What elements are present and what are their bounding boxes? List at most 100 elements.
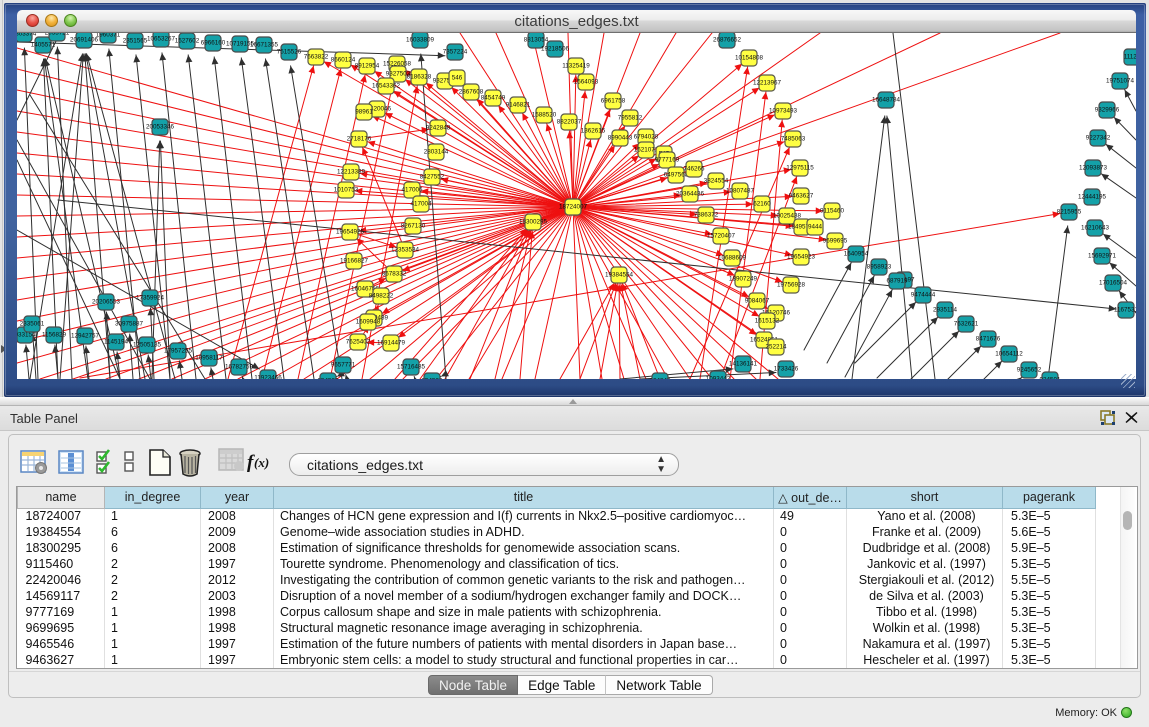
svg-text:17359924: 17359924 [136,295,165,302]
svg-text:3824554: 3824554 [704,178,729,185]
svg-text:16782759: 16782759 [225,364,254,371]
svg-text:12505135: 12505135 [133,342,162,349]
svg-text:10973493: 10973493 [769,108,798,115]
svg-text:15720407: 15720407 [707,233,736,240]
svg-text:8990443: 8990443 [608,135,633,142]
svg-text:8267130: 8267130 [401,223,426,230]
svg-text:9463627: 9463627 [789,193,814,200]
svg-text:7515526: 7515526 [277,49,302,56]
svg-text:746266: 746266 [683,166,705,173]
svg-text:8813054: 8813054 [524,37,549,44]
svg-text:10688609: 10688609 [718,255,747,262]
svg-text:16543362: 16543362 [372,83,401,90]
svg-text:12942757: 12942757 [71,333,100,340]
svg-text:1640954: 1640954 [844,251,869,258]
svg-text:7357224: 7357224 [443,49,468,56]
svg-text:417004: 417004 [410,201,432,208]
svg-text:16914479: 16914479 [377,340,406,347]
svg-text:9242848: 9242848 [426,125,451,132]
svg-text:19654925: 19654925 [336,229,365,236]
svg-text:2803144: 2803144 [424,149,449,156]
svg-text:7485063: 7485063 [781,136,806,143]
svg-text:8660124: 8660124 [331,57,356,64]
svg-text:2351565: 2351565 [123,38,148,45]
svg-text:9657771: 9657771 [331,362,356,369]
svg-text:1803374: 1803374 [17,33,37,38]
svg-text:1010753: 1010753 [334,187,359,194]
svg-text:9777169: 9777169 [655,157,680,164]
svg-text:687919: 687919 [886,278,908,285]
svg-text:9699695: 9699695 [823,238,848,245]
svg-text:9444: 9444 [808,224,823,231]
svg-text:9227342: 9227342 [1086,135,1111,142]
svg-text:9115460: 9115460 [820,208,845,215]
svg-text:26876652: 26876652 [713,37,742,44]
svg-text:(x): (x) [254,455,269,470]
svg-text:11121: 11121 [1124,54,1136,61]
svg-text:17016504: 17016504 [1099,280,1128,287]
svg-text:8958923: 8958923 [867,264,892,271]
svg-text:8822037: 8822037 [557,119,582,126]
svg-text:12353534: 12353534 [391,247,420,254]
svg-text:8498222: 8498222 [369,293,394,300]
svg-text:9474444: 9474444 [911,292,936,299]
svg-text:2718176: 2718176 [347,136,372,143]
svg-text:11923466: 11923466 [254,375,282,380]
svg-text:11325419: 11325419 [562,63,590,70]
svg-text:1564093: 1564093 [574,79,599,86]
svg-text:7625402: 7625402 [346,339,371,346]
svg-text:6794028: 6794028 [634,134,659,141]
svg-text:12444195: 12444195 [1078,194,1107,201]
svg-text:19166827: 19166827 [340,258,369,265]
svg-text:1615132: 1615132 [755,318,780,325]
svg-text:10654112: 10654112 [995,351,1023,358]
svg-text:12093873: 12093873 [1079,165,1108,172]
svg-text:20206553: 20206553 [92,299,121,306]
svg-text:15692971: 15692971 [1088,253,1117,260]
svg-text:6966160: 6966160 [201,40,226,47]
svg-text:16033809: 16033809 [406,37,435,44]
svg-text:20364436: 20364436 [676,191,705,198]
svg-text:10958117: 10958117 [195,355,223,362]
svg-text:8186328: 8186328 [407,74,432,81]
svg-text:16648784: 16648784 [872,97,901,104]
svg-text:20691406: 20691406 [70,37,99,44]
svg-text:8678332: 8678332 [382,271,407,278]
svg-text:1362615: 1362615 [581,128,606,135]
svg-text:7955812: 7955812 [618,115,643,122]
svg-text:7386372: 7386372 [694,212,719,219]
svg-text:15716485: 15716485 [397,364,426,371]
svg-text:62160: 62160 [753,201,771,208]
svg-text:10653267: 10653267 [147,36,176,43]
svg-text:1093442: 1093442 [706,376,731,380]
svg-text:2335061: 2335061 [20,321,45,328]
svg-text:17957255: 17957255 [164,348,193,355]
svg-text:8215955: 8215955 [1057,209,1082,216]
svg-text:1588520: 1588520 [532,112,557,119]
svg-text:417006: 417006 [401,187,423,194]
svg-text:8454749: 8454749 [481,95,506,102]
svg-text:924501: 924501 [1039,377,1061,380]
svg-text:18724007: 18724007 [559,204,588,211]
svg-text:18300295: 18300295 [519,219,548,226]
svg-text:30975887: 30975887 [115,321,144,328]
svg-text:1621072: 1621072 [634,147,659,154]
svg-text:8471676: 8471676 [976,336,1001,343]
svg-text:9084067: 9084067 [745,298,770,305]
svg-text:546: 546 [452,75,463,82]
svg-text:12213389: 12213389 [337,169,366,176]
svg-text:14136141: 14136141 [729,361,758,368]
svg-text:1405571: 1405571 [31,42,56,49]
svg-text:8427552: 8427552 [420,174,445,181]
svg-text:7663822: 7663822 [304,54,329,61]
svg-text:16671355: 16671355 [250,42,279,49]
svg-text:10807487: 10807487 [726,188,755,195]
svg-text:12975115: 12975115 [786,165,814,172]
svg-text:19756928: 19756928 [777,282,806,289]
svg-text:954502: 954502 [317,378,339,380]
svg-text:1609948: 1609948 [356,319,381,326]
svg-text:1156829: 1156829 [42,332,67,339]
svg-text:1733426: 1733426 [774,366,799,373]
svg-text:12213967: 12213967 [753,80,782,87]
svg-text:19218506: 19218506 [541,46,570,53]
